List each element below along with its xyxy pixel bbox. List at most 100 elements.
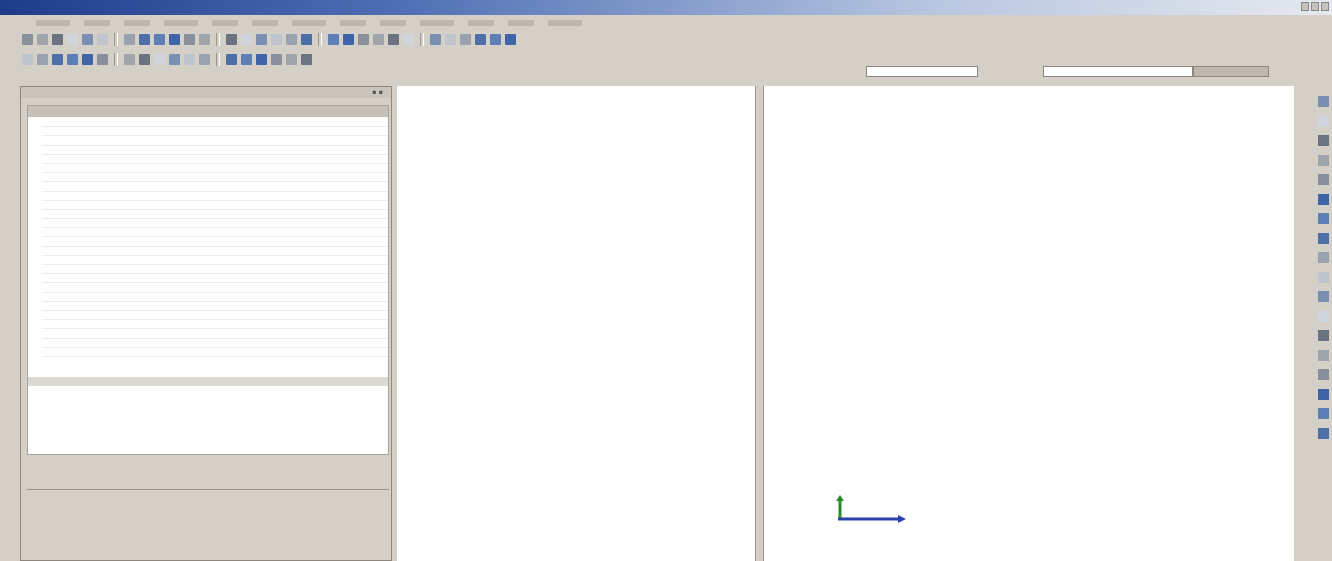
property-row[interactable] [42, 118, 388, 128]
tree-footer[interactable] [28, 377, 388, 386]
grid-icon[interactable] [430, 33, 441, 45]
mirror-icon[interactable] [1318, 291, 1329, 302]
maximize-icon[interactable] [1311, 2, 1319, 11]
print-icon[interactable] [67, 33, 78, 45]
property-value[interactable] [212, 237, 216, 245]
property-value[interactable] [212, 320, 216, 328]
undo-icon[interactable] [82, 33, 93, 45]
property-row[interactable] [42, 274, 388, 284]
extrude-icon[interactable] [1318, 115, 1329, 127]
hidden-line-icon[interactable] [169, 53, 180, 65]
property-row[interactable] [42, 302, 388, 311]
title-bar[interactable] [0, 0, 1332, 15]
surface-icon[interactable] [1318, 408, 1329, 419]
rib-icon[interactable] [1318, 310, 1329, 322]
zoom-icon[interactable] [241, 33, 252, 45]
select-icon[interactable] [184, 33, 195, 45]
property-row[interactable] [42, 228, 388, 238]
combo-dropdown-button[interactable] [1193, 66, 1269, 77]
circle-icon[interactable] [358, 33, 369, 45]
property-value[interactable] [212, 311, 216, 319]
view-top-icon[interactable] [52, 53, 63, 65]
save-icon[interactable] [52, 33, 63, 45]
property-row[interactable] [42, 210, 388, 220]
property-value[interactable] [212, 274, 216, 282]
view-bottom-icon[interactable] [67, 53, 78, 65]
move-icon[interactable] [199, 33, 210, 45]
viewport-splitter[interactable] [755, 86, 764, 561]
split-icon[interactable] [1318, 369, 1329, 380]
loft-icon[interactable] [1318, 174, 1329, 185]
property-value[interactable] [212, 293, 216, 301]
fit-icon[interactable] [271, 33, 282, 45]
property-value[interactable] [212, 155, 216, 163]
property-value[interactable] [212, 146, 216, 154]
sketch-viewport[interactable] [397, 86, 755, 561]
shaded-icon[interactable] [154, 53, 165, 65]
selection-filter-combo[interactable] [1043, 66, 1193, 77]
draft-icon[interactable] [1318, 330, 1329, 341]
property-value[interactable] [212, 182, 216, 190]
property-value[interactable] [212, 339, 216, 347]
iso-icon[interactable] [124, 53, 135, 65]
panel-tab[interactable] [131, 548, 161, 558]
property-value[interactable] [212, 256, 216, 264]
property-value[interactable] [212, 228, 216, 236]
tree-header[interactable] [28, 106, 388, 117]
property-row[interactable] [42, 293, 388, 302]
property-row[interactable] [42, 311, 388, 321]
light-icon[interactable] [490, 33, 501, 45]
property-row[interactable] [42, 348, 388, 357]
constraint-icon[interactable] [403, 33, 414, 45]
property-row[interactable] [42, 339, 388, 348]
property-value[interactable] [212, 219, 216, 227]
property-row[interactable] [42, 219, 388, 229]
property-tree[interactable] [27, 105, 389, 455]
color-icon[interactable] [475, 33, 486, 45]
pin-icon[interactable]: ▪ ▪ [372, 87, 383, 98]
panel-tab[interactable] [287, 548, 317, 558]
property-value[interactable] [212, 164, 216, 172]
property-row[interactable] [42, 173, 388, 183]
wireframe-icon[interactable] [139, 53, 150, 65]
rect-icon[interactable] [373, 33, 384, 45]
close-icon[interactable] [1321, 2, 1329, 11]
panel-tab[interactable] [235, 548, 265, 558]
property-row[interactable] [42, 201, 388, 210]
view-back-icon[interactable] [37, 53, 48, 65]
axis-icon[interactable] [241, 53, 252, 65]
property-row[interactable] [42, 256, 388, 265]
arc-icon[interactable] [343, 33, 354, 45]
cut-icon[interactable] [124, 33, 135, 45]
menu-item[interactable] [468, 20, 494, 26]
property-value[interactable] [212, 329, 216, 337]
menu-item[interactable] [340, 20, 366, 26]
property-row[interactable] [42, 283, 388, 293]
property-value[interactable] [212, 201, 216, 209]
menu-item[interactable] [212, 20, 238, 26]
plane-icon[interactable] [256, 53, 267, 65]
sweep-icon[interactable] [1318, 154, 1329, 166]
copy-icon[interactable] [139, 33, 150, 45]
property-row[interactable] [42, 146, 388, 155]
hole-icon[interactable] [1318, 193, 1329, 205]
property-row[interactable] [42, 155, 388, 164]
property-row[interactable] [42, 320, 388, 330]
property-row[interactable] [42, 329, 388, 339]
view-left-icon[interactable] [82, 53, 93, 65]
view-combo[interactable] [866, 66, 978, 77]
pan-icon[interactable] [256, 33, 267, 45]
property-value[interactable] [212, 302, 216, 310]
rotate-icon[interactable] [226, 33, 237, 45]
sketch-icon[interactable] [1318, 96, 1329, 107]
thicken-icon[interactable] [1318, 388, 1329, 400]
repair-icon[interactable] [1318, 427, 1329, 439]
new-icon[interactable] [22, 33, 33, 45]
revolve-icon[interactable] [1318, 135, 1329, 146]
paste-icon[interactable] [154, 33, 165, 45]
property-value[interactable] [212, 127, 216, 135]
panel-tab[interactable] [183, 548, 213, 558]
open-icon[interactable] [37, 33, 48, 45]
explode-icon[interactable] [286, 53, 297, 65]
menu-item[interactable] [124, 20, 150, 26]
